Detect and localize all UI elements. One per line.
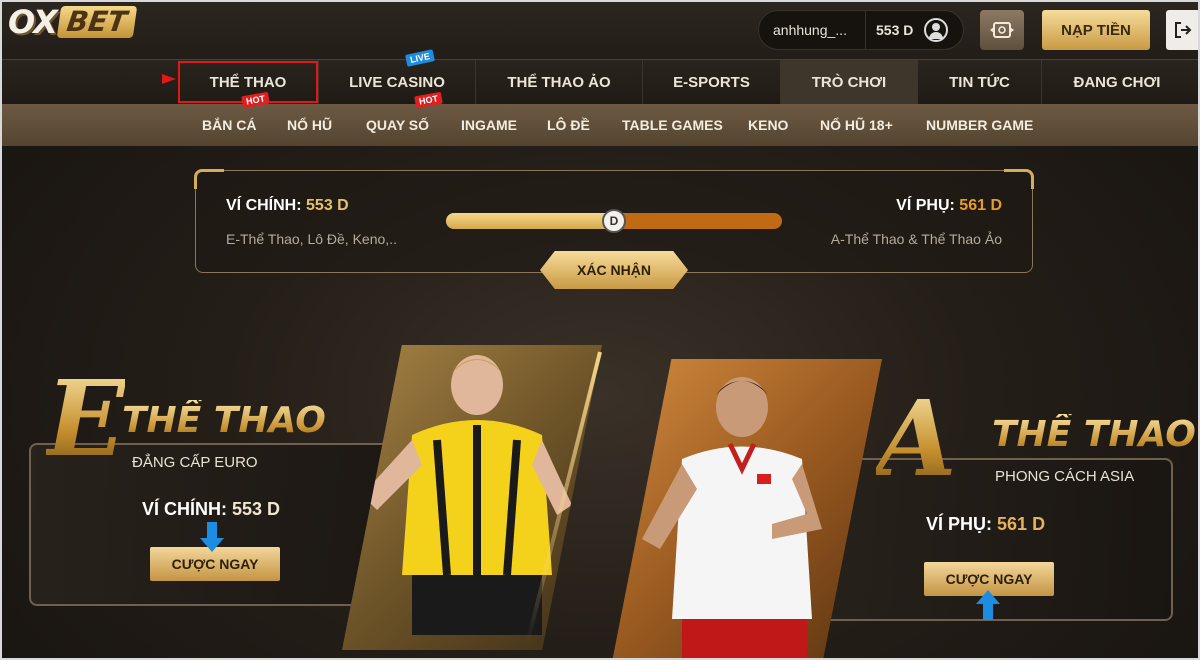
user-balance: 553 D <box>876 22 914 38</box>
nav-live-casino[interactable]: LIVE CASINO <box>318 60 475 104</box>
wallet-slider-fill <box>446 213 614 229</box>
wallet-slider-knob[interactable]: D <box>602 209 626 233</box>
main-wallet-desc: E-Thể Thao, Lô Đề, Keno,.. <box>226 231 397 247</box>
subnav-no-hu-18[interactable]: NỔ HŨ 18+ <box>820 104 893 146</box>
nav-the-thao-ao[interactable]: THỂ THAO ẢO <box>475 60 642 104</box>
sub-wallet-desc: A-Thể Thao & Thể Thao Ảo <box>830 231 1002 247</box>
sub-nav: BẮN CÁ NỔ HŨ QUAY SỐ INGAME LÔ ĐỀ TABLE … <box>2 104 1198 146</box>
main-wallet-title: VÍ CHÍNH: <box>226 197 302 214</box>
subnav-quay-so[interactable]: QUAY SỐ <box>366 104 429 146</box>
user-avatar-icon[interactable] <box>924 18 948 42</box>
main-wallet-amount: 553 D <box>306 197 349 214</box>
subnav-keno[interactable]: KENO <box>748 104 788 146</box>
a-promo-subtitle: PHONG CÁCH ASIA <box>995 468 1135 485</box>
confirm-transfer-button[interactable]: XÁC NHẬN <box>540 251 688 289</box>
subnav-no-hu[interactable]: NỔ HŨ <box>287 104 332 146</box>
wallet-corner-left <box>194 169 224 189</box>
logout-button[interactable] <box>1166 10 1198 50</box>
e-promo-wallet-label: VÍ CHÍNH: <box>142 499 227 519</box>
username: anhhung_... <box>773 22 847 38</box>
e-bet-now-button[interactable]: CƯỢC NGAY <box>150 547 280 581</box>
red-pointer-arrow <box>162 74 176 84</box>
nav-tro-choi[interactable]: TRÒ CHƠI <box>780 60 917 104</box>
app-frame: OX BET anhhung_... 553 D NẠP TIỀN THỂ TH… <box>0 0 1200 660</box>
sub-wallet-title: VÍ PHỤ: <box>896 197 955 214</box>
e-promo-subtitle: ĐẲNG CẤP EURO <box>132 454 258 471</box>
subnav-table-games[interactable]: TABLE GAMES <box>622 104 723 146</box>
e-promo-wallet: VÍ CHÍNH: 553 D <box>142 499 280 520</box>
a-big-letter: A <box>876 377 957 500</box>
sub-wallet-label: VÍ PHỤ: 561 D <box>896 197 1002 215</box>
logo-bet-text: BET <box>56 5 137 38</box>
money-transfer-icon <box>990 22 1014 38</box>
wallet-corner-right <box>1004 169 1034 189</box>
user-account-box[interactable]: anhhung_... 553 D <box>758 10 964 50</box>
transfer-money-button[interactable] <box>980 10 1024 50</box>
subnav-ingame[interactable]: INGAME <box>461 104 517 146</box>
main-wallet-label: VÍ CHÍNH: 553 D <box>226 197 349 215</box>
a-promo-wallet: VÍ PHỤ: 561 D <box>926 514 1045 535</box>
a-promo-wallet-amount: 561 D <box>997 514 1046 534</box>
a-promo-title: THỂ THAO <box>992 414 1196 455</box>
down-arrow-icon <box>200 522 224 552</box>
nav-dang-choi[interactable]: ĐANG CHƠI <box>1041 60 1192 104</box>
oxbet-logo[interactable]: OX BET <box>8 3 137 41</box>
nav-tin-tuc[interactable]: TIN TỨC <box>917 60 1041 104</box>
a-promo-wallet-label: VÍ PHỤ: <box>926 514 993 534</box>
logout-icon <box>1175 22 1192 38</box>
subnav-ban-ca[interactable]: BẮN CÁ <box>202 104 256 146</box>
subnav-number-game[interactable]: NUMBER GAME <box>926 104 1033 146</box>
e-big-letter: E <box>46 357 126 480</box>
logo-ox-text: OX <box>8 3 58 41</box>
nav-e-sports[interactable]: E-SPORTS <box>642 60 780 104</box>
e-promo-wallet-amount: 553 D <box>232 499 281 519</box>
sub-wallet-amount: 561 D <box>959 197 1002 214</box>
e-promo-title: THỂ THAO <box>122 400 326 441</box>
header-bar: OX BET anhhung_... 553 D NẠP TIỀN <box>2 2 1198 60</box>
deposit-button[interactable]: NẠP TIỀN <box>1042 10 1150 50</box>
subnav-lo-de[interactable]: LÔ ĐỀ <box>547 104 590 146</box>
up-arrow-icon <box>976 590 1000 620</box>
